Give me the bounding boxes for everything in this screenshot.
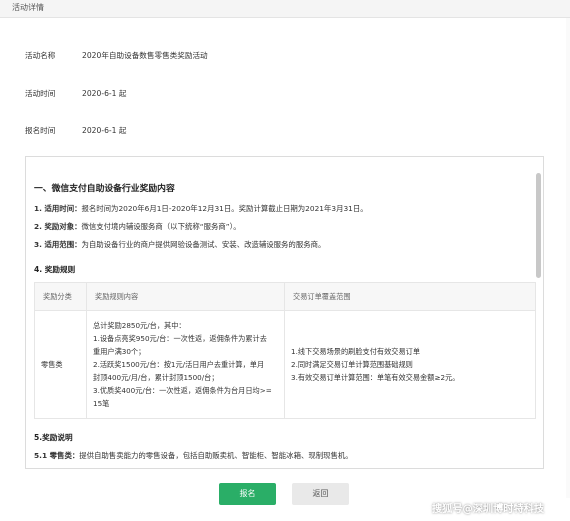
- rule-content-line: 3.优质奖400元/台：一次性返，返佣条件为台月日均>=: [93, 386, 272, 395]
- col-header-category: 奖励分类: [34, 282, 87, 311]
- reward-target-line: 2. 奖励对象：微信支付境内辅设服务商（以下统称“服务商”）。: [34, 221, 241, 232]
- table-header-row: 奖励分类 奖励规则内容 交易订单覆盖范围: [34, 282, 536, 311]
- applicable-time-key: 1. 适用时间：: [34, 204, 82, 213]
- scope-line: 3.有效交易订单计算范围：单笔有效交易金额≥2元。: [291, 373, 460, 382]
- reward-target-key: 2. 奖励对象：: [34, 222, 82, 231]
- signup-time-value: 2020-6-1 起: [82, 126, 127, 135]
- reward-rules-table: 奖励分类 奖励规则内容 交易订单覆盖范围 零售类 总计奖励2850元/台，其中：…: [34, 282, 536, 419]
- panel-scrollbar[interactable]: [536, 161, 541, 461]
- scope-cell: 1.线下交易场景的刷脸支付有效交易订单 2.同时满足交易订单计算范围基础规则 3…: [284, 310, 536, 419]
- applicable-time-text: 报名时间为2020年6月1日-2020年12月31日。奖励计算截止日期为2021…: [81, 204, 368, 213]
- rule-content-line: 15笔: [93, 399, 110, 408]
- page-title: 活动详情: [12, 3, 44, 12]
- activity-time-label: 活动时间: [25, 89, 56, 98]
- signup-time-label: 报名时间: [25, 126, 56, 135]
- applicable-scope-line: 3. 适用范围：为自助设备行业的商户提供网验设备测试、安装、改造辅设服务的服务商…: [34, 239, 325, 250]
- rule-content-line: 总计奖励2850元/台，其中：: [93, 321, 186, 330]
- activity-time-value: 2020-6-1 起: [82, 89, 127, 98]
- watermark-text: 搜狐号@深圳博时特科技: [432, 504, 545, 515]
- reward-details-panel: 一、微信支付自助设备行业奖励内容 1. 适用时间：报名时间为2020年6月1日-…: [25, 156, 544, 469]
- col-header-content: 奖励规则内容: [86, 282, 285, 311]
- note-retail-key: 5.1 零售类：: [34, 451, 80, 460]
- header-bar: 活动详情: [0, 0, 570, 18]
- panel-scroll-thumb[interactable]: [536, 173, 541, 278]
- activity-name-label: 活动名称: [25, 51, 56, 60]
- note-retail-text: 提供自助售卖能力的零售设备，包括自助贩卖机、智能柜、智能冰箱、现制现售机。: [79, 451, 353, 460]
- rules-title: 4. 奖励规则: [34, 265, 76, 274]
- applicable-scope-key: 3. 适用范围：: [34, 240, 82, 249]
- reward-target-text: 微信支付境内辅设服务商（以下统称“服务商”）。: [81, 222, 241, 231]
- activity-name-value: 2020年自助设备数售零售类奖励活动: [82, 51, 208, 60]
- note-retail-line: 5.1 零售类：提供自助售卖能力的零售设备，包括自助贩卖机、智能柜、智能冰箱、现…: [34, 450, 353, 461]
- page-scrollbar[interactable]: [566, 18, 570, 498]
- notes-title: 5.奖励说明: [34, 433, 73, 442]
- table-row: 零售类 总计奖励2850元/台，其中： 1.设备点亮奖950元/台：一次性返，返…: [34, 310, 536, 419]
- category-cell: 零售类: [34, 310, 87, 419]
- rule-content-cell: 总计奖励2850元/台，其中： 1.设备点亮奖950元/台：一次性返，返佣条件为…: [86, 310, 285, 419]
- rule-content-line: 重用户满30个；: [93, 347, 146, 356]
- signup-button[interactable]: 报名: [219, 483, 276, 505]
- activity-detail-page: 活动详情 活动名称 2020年自助设备数售零售类奖励活动 活动时间 2020-6…: [0, 0, 570, 521]
- scope-line: 1.线下交易场景的刷脸支付有效交易订单: [291, 347, 421, 356]
- section-title: 一、微信支付自助设备行业奖励内容: [34, 184, 175, 194]
- col-header-scope: 交易订单覆盖范围: [284, 282, 536, 311]
- scope-line: 2.同时满足交易订单计算范围基础规则: [291, 360, 413, 369]
- rule-content-line: 2.活跃奖1500元/台：按1元/活日用户去重计算，单月: [93, 360, 265, 369]
- rule-content-line: 1.设备点亮奖950元/台：一次性返，返佣条件为累计去: [93, 334, 267, 343]
- applicable-scope-text: 为自助设备行业的商户提供网验设备测试、安装、改造辅设服务的服务商。: [81, 240, 326, 249]
- back-button[interactable]: 返回: [292, 483, 349, 505]
- rule-content-line: 封顶400元/月/台，累计封顶1500/台；: [93, 373, 219, 382]
- applicable-time-line: 1. 适用时间：报名时间为2020年6月1日-2020年12月31日。奖励计算截…: [34, 203, 368, 214]
